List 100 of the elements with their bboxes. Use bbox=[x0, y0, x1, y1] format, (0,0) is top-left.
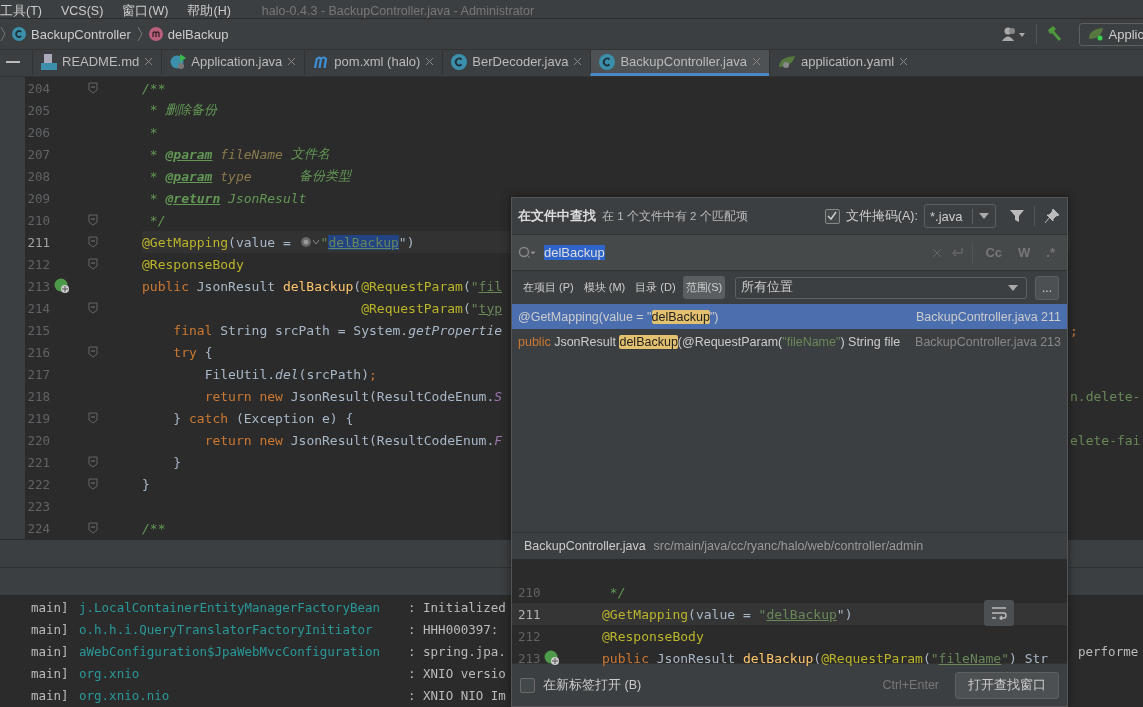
close-icon[interactable] bbox=[573, 57, 583, 66]
editor-tab[interactable]: BackupController.java bbox=[590, 50, 769, 76]
class-run-icon bbox=[170, 53, 187, 70]
match-summary: 在 1 个文件中有 2 个匹配项 bbox=[602, 208, 748, 224]
scope-tab[interactable]: 在项目 (P) bbox=[520, 276, 577, 299]
log-message: : Initialized bbox=[408, 599, 506, 615]
editor-tab[interactable]: pom.xml (halo) bbox=[304, 50, 443, 76]
code-token: { bbox=[204, 344, 213, 360]
code-token: ; bbox=[1070, 322, 1078, 338]
code-token: return new bbox=[204, 432, 283, 448]
log-message: : spring.jpa. bbox=[408, 643, 506, 659]
fold-icon[interactable] bbox=[88, 456, 98, 468]
code-token: "fileName" bbox=[782, 334, 841, 349]
code-token: * 删除备份 bbox=[149, 101, 218, 119]
code-token: @ResponseBody bbox=[602, 628, 704, 644]
close-icon[interactable] bbox=[144, 57, 154, 66]
menu-item[interactable]: 工具(T) bbox=[0, 4, 42, 18]
fold-icon[interactable] bbox=[88, 82, 98, 94]
code-token: catch bbox=[188, 410, 229, 426]
run-config-button[interactable]: Applic bbox=[1078, 22, 1143, 46]
newline-icon[interactable] bbox=[950, 246, 965, 259]
code-token: String srcPath = System. bbox=[220, 322, 409, 338]
code-token: @GetMapping(value = " bbox=[518, 309, 652, 324]
line-number: 220 bbox=[26, 432, 50, 448]
editor-tab[interactable]: BerDecoder.java bbox=[442, 50, 591, 76]
globe-icon[interactable] bbox=[299, 236, 320, 248]
globe-icon[interactable] bbox=[54, 278, 70, 294]
preview-file-name: BackupController.java bbox=[524, 539, 646, 553]
code-token: delBackup bbox=[766, 606, 837, 622]
line-number: 207 bbox=[26, 146, 50, 162]
markdown-file-icon bbox=[41, 53, 57, 70]
globe-icon[interactable] bbox=[544, 650, 560, 666]
popup-title: 在文件中查找 bbox=[518, 207, 596, 225]
close-icon[interactable] bbox=[425, 57, 435, 66]
code-token: delBackup bbox=[282, 278, 354, 294]
fold-icon[interactable] bbox=[88, 522, 98, 534]
line-number: 211 bbox=[26, 234, 50, 250]
search-field[interactable]: delBackup bbox=[544, 245, 925, 260]
scope-tab[interactable]: 范围(S) bbox=[682, 276, 726, 299]
editor-tab[interactable]: README.md bbox=[32, 50, 162, 76]
file-mask-combo[interactable]: *.java bbox=[924, 204, 996, 228]
code-token: @RequestParam bbox=[361, 300, 463, 316]
scope-tab[interactable]: 模块 (M) bbox=[580, 276, 629, 299]
fold-icon[interactable] bbox=[88, 478, 98, 490]
checkbox[interactable] bbox=[824, 208, 840, 224]
line-number: 213 bbox=[517, 650, 542, 666]
more-button[interactable]: ... bbox=[1035, 275, 1059, 300]
code-token: public bbox=[518, 334, 551, 349]
code-token: type bbox=[220, 168, 252, 184]
log-logger: j.LocalContainerEntityManagerFactoryBean bbox=[79, 599, 382, 615]
code-token: S bbox=[494, 388, 503, 404]
code-token: ; bbox=[369, 366, 377, 382]
leaf-icon bbox=[777, 54, 796, 69]
editor-tab[interactable]: Application.java bbox=[161, 50, 305, 76]
code-token: @RequestParam bbox=[361, 278, 463, 294]
fold-icon[interactable] bbox=[88, 346, 98, 358]
search-icon[interactable] bbox=[518, 245, 536, 260]
line-number: 222 bbox=[26, 476, 50, 492]
scope-tab[interactable]: 目录 (D) bbox=[632, 276, 679, 299]
pin-icon[interactable] bbox=[1045, 209, 1059, 223]
chevron-icon bbox=[136, 26, 143, 42]
breadcrumb[interactable]: BackupController bbox=[12, 26, 131, 42]
code-token: " bbox=[320, 234, 329, 250]
soft-wrap-button[interactable] bbox=[984, 600, 1014, 626]
menu-item[interactable]: 窗口(W) bbox=[122, 4, 169, 18]
dropdown-icon bbox=[979, 213, 989, 219]
code-token: 文件名 bbox=[290, 145, 330, 163]
code-token: } bbox=[173, 410, 183, 426]
close-icon[interactable] bbox=[287, 57, 297, 66]
log-message: : XNIO versio bbox=[408, 665, 506, 681]
clear-icon[interactable] bbox=[932, 247, 943, 258]
fold-icon[interactable] bbox=[88, 412, 98, 424]
menu-item[interactable]: VCS(S) bbox=[60, 4, 104, 18]
code-token: " bbox=[930, 650, 939, 666]
editor-tab[interactable]: application.yaml bbox=[768, 50, 917, 76]
fold-icon[interactable] bbox=[88, 214, 98, 226]
close-icon[interactable] bbox=[899, 57, 909, 66]
log-message: performe bbox=[1078, 643, 1140, 659]
open-in-find-window-button[interactable]: 打开查找窗口 bbox=[955, 671, 1059, 699]
fold-icon[interactable] bbox=[88, 302, 98, 314]
user-icon[interactable] bbox=[1001, 26, 1028, 42]
minimize-icon[interactable] bbox=[6, 61, 20, 65]
code-token: F bbox=[494, 432, 503, 448]
breadcrumb[interactable]: delBackup bbox=[148, 26, 229, 42]
menu-item[interactable]: 帮助(H) bbox=[187, 4, 231, 18]
code-token: ( bbox=[353, 278, 362, 294]
code-token: try bbox=[173, 344, 197, 360]
file-mask-label: 文件掩码(A): bbox=[845, 207, 918, 225]
filter-icon[interactable] bbox=[1010, 209, 1024, 223]
scope-dropdown[interactable]: 所有位置 bbox=[735, 276, 1027, 299]
fold-icon[interactable] bbox=[88, 236, 98, 248]
checkbox[interactable] bbox=[520, 677, 535, 693]
code-token: " bbox=[1001, 650, 1010, 666]
code-token: * bbox=[149, 124, 158, 140]
code-token: @param bbox=[165, 168, 213, 184]
line-number: 219 bbox=[26, 410, 50, 426]
dropdown-icon bbox=[1008, 284, 1018, 291]
log-logger: org.xnio.nio bbox=[79, 687, 171, 703]
close-icon[interactable] bbox=[751, 57, 761, 66]
fold-icon[interactable] bbox=[88, 258, 98, 270]
